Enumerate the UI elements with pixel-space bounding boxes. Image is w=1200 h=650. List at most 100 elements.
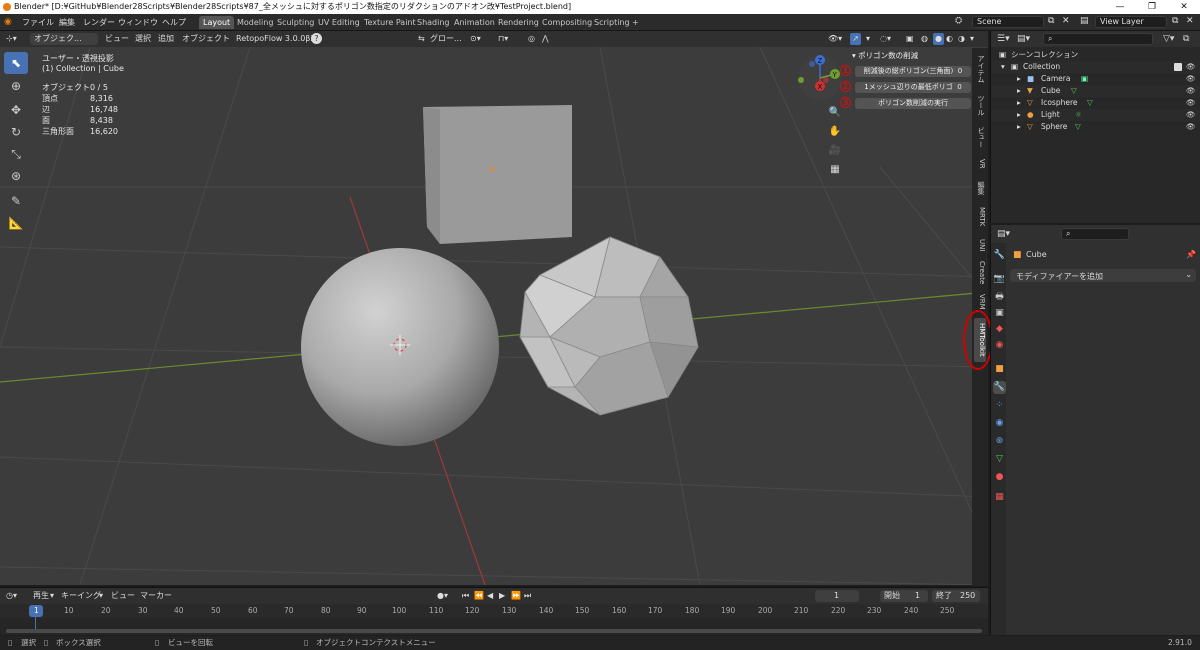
cube-visibility-icon[interactable]: 👁 [1186, 85, 1196, 97]
blender-menu-icon[interactable]: ◉ [4, 17, 12, 27]
workspace-tab-compositing[interactable]: Compositing [538, 16, 596, 29]
timeline-ruler[interactable]: 1 10 20 30 40 50 60 70 80 90 100 110 120… [0, 604, 988, 633]
outliner-collection[interactable]: ▾ ▣ Collection 👁 [991, 61, 1200, 73]
viewport-menu-object[interactable]: オブジェクト [182, 33, 230, 45]
shading-wireframe-icon[interactable]: ◍ [921, 33, 928, 45]
shading-material-icon[interactable]: ◐ [946, 33, 953, 45]
outliner-filter-icon[interactable]: ▽▾ [1163, 34, 1174, 44]
particles-properties-tab-icon[interactable]: ⁘ [993, 399, 1006, 412]
world-properties-tab-icon[interactable]: ◉ [993, 339, 1006, 352]
workspace-tab-texture-paint[interactable]: Texture Paint [360, 16, 420, 29]
outliner-item-sphere[interactable]: ▸ ▽ Sphere ▽ 👁 [991, 121, 1200, 133]
minimize-button[interactable]: — [1104, 0, 1136, 14]
add-workspace-button[interactable]: + [628, 16, 643, 29]
help-icon[interactable]: ? [311, 33, 322, 44]
jump-keyframe-back-icon[interactable]: ⏪ [474, 590, 484, 602]
overlays-icon[interactable]: ◌▾ [880, 33, 891, 45]
viewport-menu-select[interactable]: 選択 [135, 33, 151, 45]
gizmo-dropdown-icon[interactable]: ▾ [866, 33, 870, 45]
collection-visibility-icon[interactable]: 👁 [1186, 61, 1196, 73]
modifier-properties-tab-icon[interactable]: 🔧 [993, 381, 1006, 394]
outliner-item-light[interactable]: ▸ ● Light ☼ 👁 [991, 109, 1200, 121]
add-modifier-dropdown[interactable]: モディファイアーを追加 ⌄ [1010, 269, 1196, 282]
sphere-visibility-icon[interactable]: 👁 [1186, 121, 1196, 133]
new-scene-icon[interactable]: ⧉ [1048, 16, 1054, 26]
rotate-tool-icon[interactable]: ↻ [4, 121, 28, 143]
pan-view-icon[interactable]: ✋ [828, 126, 842, 140]
close-button[interactable]: ✕ [1168, 0, 1200, 14]
perspective-toggle-icon[interactable]: ▦ [828, 164, 842, 178]
view-layer-properties-tab-icon[interactable]: ▣ [993, 307, 1006, 320]
snap-icon[interactable]: ⊓▾ [498, 33, 508, 45]
outliner-editor-icon[interactable]: ☰▾ [997, 34, 1010, 44]
play-icon[interactable]: ▶ [499, 590, 505, 602]
outliner-display-mode-icon[interactable]: ▤▾ [1017, 34, 1030, 44]
measure-tool-icon[interactable]: 📐 [4, 212, 28, 234]
sidebar-tab-vr[interactable]: VR [974, 156, 986, 172]
cube-object[interactable] [423, 105, 572, 244]
mode-selector[interactable]: オブジェク... [34, 33, 82, 45]
properties-editor-icon[interactable]: ▤▾ [997, 229, 1010, 239]
gizmo-toggle-icon[interactable]: ↗ [850, 33, 861, 45]
workspace-tab-rendering[interactable]: Rendering [494, 16, 543, 29]
outliner-item-cube[interactable]: ▸ ▼ Cube ▽ 👁 [991, 85, 1200, 97]
sidebar-tab-item[interactable]: アイテム [974, 52, 986, 86]
outliner-item-icosphere[interactable]: ▸ ▽ Icosphere ▽ 👁 [991, 97, 1200, 109]
workspace-tab-layout[interactable]: Layout [199, 16, 235, 29]
workspace-tab-shading[interactable]: Shading [413, 16, 454, 29]
timeline-menu-keying[interactable]: キーイング [61, 590, 101, 602]
workspace-tab-sculpting[interactable]: Sculpting [273, 16, 318, 29]
menu-window[interactable]: ウィンドウ [118, 17, 158, 28]
shading-options-icon[interactable]: ▾ [970, 33, 974, 45]
sidebar-tab-edit[interactable]: 編集 [974, 178, 986, 198]
total-polygons-field[interactable]: 削減後の総ポリゴン(三角面) 0 [855, 66, 971, 77]
workspace-tab-animation[interactable]: Animation [450, 16, 499, 29]
outliner-scene-collection[interactable]: ▣ シーンコレクション [991, 49, 1200, 61]
render-properties-tab-icon[interactable]: 📷 [993, 273, 1006, 286]
sidebar-tab-uni[interactable]: UNI [974, 236, 986, 254]
transform-tool-icon[interactable]: ⊛ [4, 165, 28, 187]
move-tool-icon[interactable]: ✥ [4, 99, 28, 121]
timeline-menu-view[interactable]: ビュー [111, 590, 135, 602]
jump-start-icon[interactable]: ⏮ [462, 590, 469, 602]
properties-search-input[interactable]: ⌕ [1061, 228, 1129, 240]
pin-icon[interactable]: 📌 [1186, 250, 1196, 259]
proportional-edit-icon[interactable]: ◎ [528, 33, 535, 45]
execute-reduction-button[interactable]: ポリゴン数削減の実行 [855, 98, 971, 109]
viewport-menu-add[interactable]: 追加 [158, 33, 174, 45]
camera-visibility-icon[interactable]: 👁 [1186, 73, 1196, 85]
scale-tool-icon[interactable]: ⤡ [4, 143, 28, 165]
delete-scene-icon[interactable]: ✕ [1062, 16, 1070, 26]
light-visibility-icon[interactable]: 👁 [1186, 109, 1196, 121]
texture-properties-tab-icon[interactable]: ▦ [993, 491, 1006, 504]
timeline-menu-marker[interactable]: マーカー [140, 590, 172, 602]
select-box-tool-icon[interactable]: ⬉ [4, 52, 28, 74]
start-frame-field[interactable]: 1 [915, 590, 920, 602]
delete-view-layer-icon[interactable]: ✕ [1186, 16, 1194, 26]
viewport-menu-view[interactable]: ビュー [105, 33, 129, 45]
data-properties-tab-icon[interactable]: ▽ [993, 453, 1006, 466]
editor-type-icon[interactable]: ⊹▾ [6, 33, 17, 45]
panel-header[interactable]: ▾ ポリゴン数の削減 [852, 50, 918, 61]
sidebar-tab-view[interactable]: ビュー [974, 124, 986, 150]
shading-rendered-icon[interactable]: ◑ [958, 33, 965, 45]
retopoflow-menu[interactable]: RetopoFlow 3.0.0β2 [236, 33, 315, 45]
material-properties-tab-icon[interactable]: ● [993, 471, 1006, 484]
timeline-scrollbar[interactable] [6, 629, 982, 633]
zoom-view-icon[interactable]: 🔍 [828, 107, 842, 121]
view-layer-selector[interactable]: View Layer [1095, 16, 1167, 28]
timeline-menu-playback[interactable]: 再生 [33, 590, 49, 602]
end-frame-field[interactable]: 250 [960, 590, 975, 602]
shading-solid-icon[interactable]: ● [933, 33, 944, 45]
outliner-item-camera[interactable]: ▸ ■ Camera ▣ 👁 [991, 73, 1200, 85]
jump-end-icon[interactable]: ⏭ [524, 590, 531, 602]
sidebar-tab-tool[interactable]: ツール [974, 92, 986, 118]
menu-help[interactable]: ヘルプ [162, 17, 186, 28]
object-visibility-icon[interactable]: 👁▾ [828, 33, 842, 45]
workspace-tab-modeling[interactable]: Modeling [233, 16, 277, 29]
cursor-tool-icon[interactable]: ⊕ [4, 75, 28, 97]
sidebar-tab-create[interactable]: Create [974, 260, 986, 286]
menu-render[interactable]: レンダー [83, 17, 115, 28]
physics-properties-tab-icon[interactable]: ◉ [993, 417, 1006, 430]
workspace-tab-uv-editing[interactable]: UV Editing [314, 16, 364, 29]
